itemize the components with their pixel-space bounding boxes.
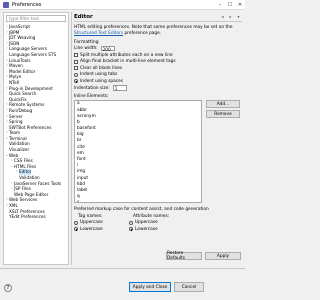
checkbox[interactable] bbox=[74, 66, 78, 71]
case-radio-option[interactable]: Uppercase bbox=[74, 219, 129, 226]
restore-defaults-button[interactable]: Restore Defaults bbox=[166, 251, 202, 261]
indent-size-label: Indentation size: bbox=[74, 85, 110, 91]
tree-item[interactable]: YEdit Preferences bbox=[4, 214, 68, 220]
inline-elements-label: Inline Elements: bbox=[74, 94, 109, 100]
checkbox[interactable] bbox=[74, 59, 78, 64]
page-header: Editor ◂ ▸ ▾ bbox=[74, 12, 242, 22]
line-width-input[interactable]: 200 bbox=[100, 45, 115, 52]
option-label: Uppercase bbox=[135, 220, 158, 226]
indent-radio-option[interactable]: Indent using tabs bbox=[74, 72, 242, 79]
window-titlebar: Preferences – ☐ ✕ bbox=[0, 0, 245, 10]
case-radio-option[interactable]: Lowercase bbox=[74, 226, 129, 233]
markup-case-heading: Preferred markup case for content assist… bbox=[74, 207, 209, 213]
help-icon[interactable]: ? bbox=[4, 284, 12, 292]
formatting-group: Formatting Line width: 200 Split multipl… bbox=[74, 40, 242, 91]
eclipse-app-icon bbox=[3, 1, 9, 8]
tag-names-group: Tag names: Uppercase Lowercase bbox=[74, 214, 129, 232]
tree-items: › JavaScript › JBPM JDT Weaving › JSON › Languag… bbox=[4, 24, 68, 220]
radio-button[interactable] bbox=[74, 220, 78, 225]
tree-item-label: YEdit Preferences bbox=[9, 214, 46, 220]
option-label: Uppercase bbox=[80, 220, 103, 226]
option-label: Lowercase bbox=[80, 226, 103, 232]
description-text: HTML editing preferences. Note that some… bbox=[74, 25, 233, 30]
preferences-tree: type filter text › JavaScript › JBPM JDT Wea… bbox=[3, 12, 69, 265]
indent-radio-option[interactable]: Indent using spaces bbox=[74, 78, 242, 85]
radio-button[interactable] bbox=[74, 79, 78, 84]
radio-button[interactable] bbox=[129, 227, 133, 232]
attribute-names-group: Attribute names: Uppercase Lowercase bbox=[129, 214, 184, 232]
pane-divider[interactable] bbox=[71, 12, 72, 265]
menu-icon[interactable]: ▾ bbox=[235, 14, 242, 20]
line-width-row: Line width: 200 bbox=[74, 45, 242, 52]
indent-size-row: Indentation size: 1 bbox=[74, 85, 242, 92]
option-label: Indent using tabs bbox=[80, 72, 118, 78]
back-arrow-icon[interactable]: ◂ bbox=[219, 14, 226, 20]
inline-elements-list[interactable]: a abbr acronym b basefont big br cite em font i img… bbox=[74, 100, 202, 204]
window-title: Preferences bbox=[12, 1, 42, 8]
indent-size-spinner[interactable]: 1 bbox=[112, 85, 127, 91]
radio-button[interactable] bbox=[74, 72, 78, 77]
radio-button[interactable] bbox=[129, 220, 133, 225]
footer-divider bbox=[0, 268, 245, 269]
option-label: Indent using spaces bbox=[80, 78, 123, 84]
option-label: Lowercase bbox=[135, 226, 158, 232]
forward-arrow-icon[interactable]: ▸ bbox=[227, 14, 234, 20]
apply-button[interactable]: Apply bbox=[205, 252, 241, 260]
radio-button[interactable] bbox=[74, 227, 78, 232]
dialog-footer: ? Apply and Close Cancel bbox=[0, 270, 245, 300]
maximize-icon[interactable]: ☐ bbox=[225, 0, 235, 9]
list-item[interactable]: s bbox=[75, 200, 201, 202]
option-label: Split multiple attributes each on a new … bbox=[80, 52, 173, 58]
apply-and-close-button[interactable]: Apply and Close bbox=[129, 282, 171, 292]
page-description: HTML editing preferences. Note that some… bbox=[74, 25, 242, 36]
option-label: Clear all blank lines bbox=[80, 65, 123, 71]
close-icon[interactable]: ✕ bbox=[235, 0, 245, 9]
remove-button[interactable]: Remove bbox=[206, 110, 240, 119]
tree-filter-input[interactable]: type filter text bbox=[6, 15, 66, 22]
option-label: Align final bracket in multi-line elemen… bbox=[80, 59, 176, 65]
preference-page: Editor ◂ ▸ ▾ HTML editing preferences. N… bbox=[74, 12, 242, 265]
add-button[interactable]: Add... bbox=[206, 100, 240, 109]
description-text-end: preference page. bbox=[123, 30, 162, 36]
minimize-icon[interactable]: – bbox=[215, 0, 225, 9]
structured-text-editors-link[interactable]: Structured Text Editors bbox=[74, 31, 123, 36]
formatting-checkbox-option[interactable]: Split multiple attributes each on a new … bbox=[74, 52, 242, 59]
page-title: Editor bbox=[74, 13, 93, 20]
cancel-button[interactable]: Cancel bbox=[174, 282, 204, 292]
case-radio-option[interactable]: Lowercase bbox=[129, 226, 184, 233]
checkbox[interactable] bbox=[74, 53, 78, 58]
formatting-checkbox-option[interactable]: Clear all blank lines bbox=[74, 65, 242, 72]
formatting-checkbox-option[interactable]: Align final bracket in multi-line elemen… bbox=[74, 58, 242, 65]
case-radio-option[interactable]: Uppercase bbox=[129, 219, 184, 226]
line-width-label: Line width: bbox=[74, 45, 98, 51]
